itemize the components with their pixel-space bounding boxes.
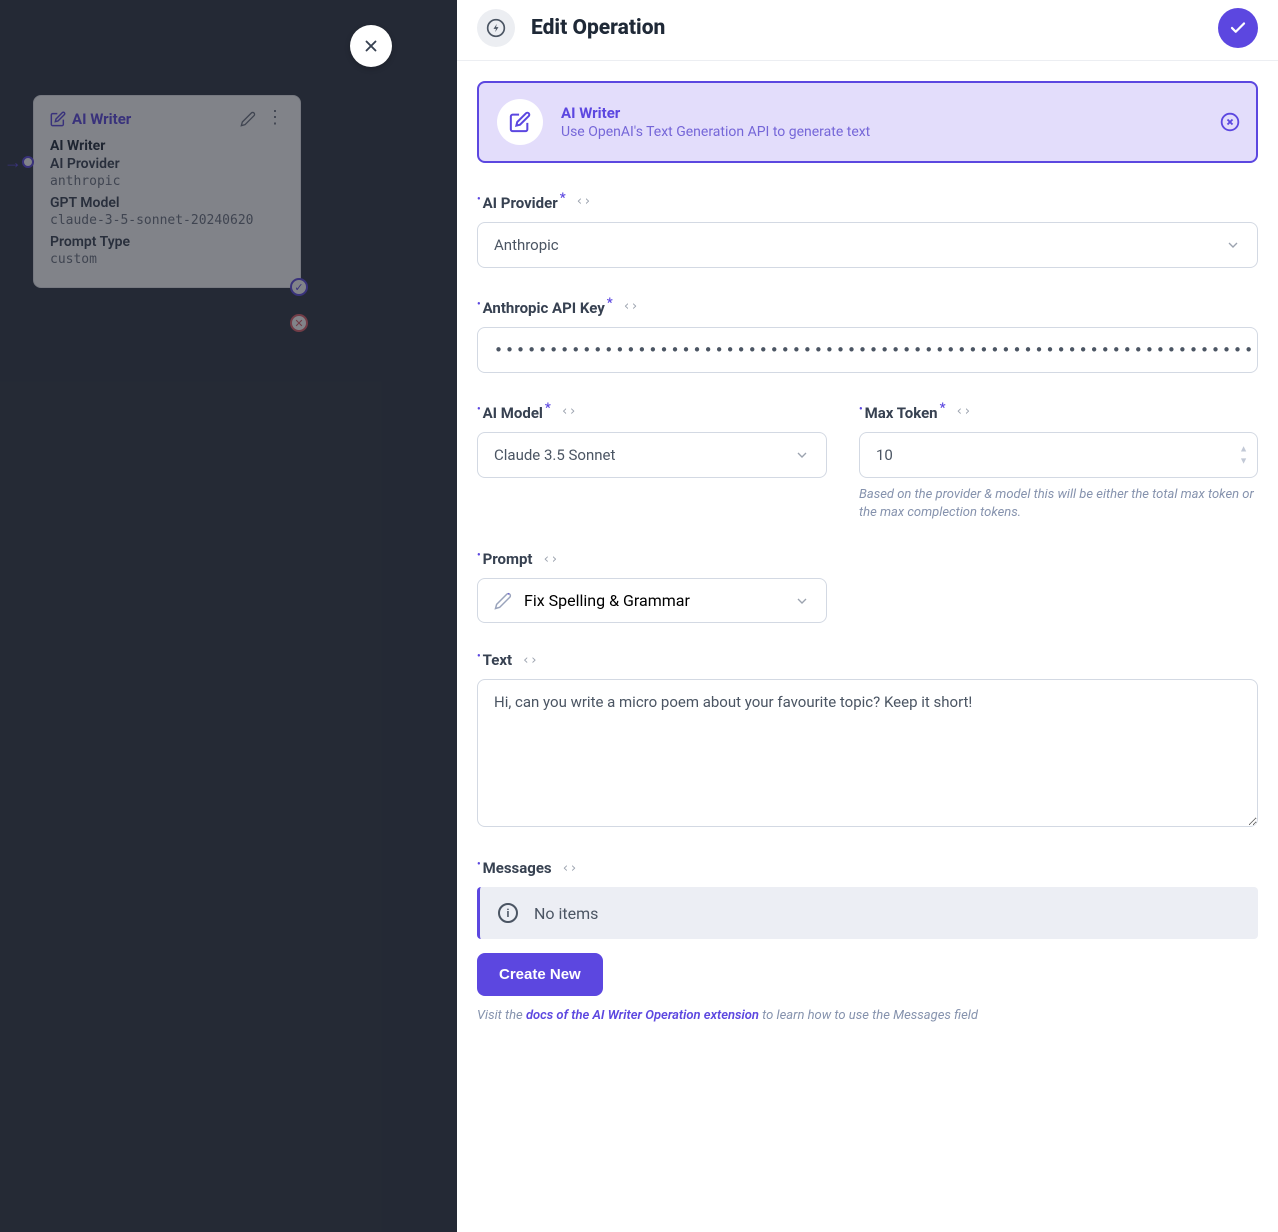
code-icon[interactable]: ‹› xyxy=(623,299,639,314)
no-items-text: No items xyxy=(534,904,598,923)
ai-provider-value: Anthropic xyxy=(494,236,559,254)
number-spinner[interactable]: ▲ ▼ xyxy=(1239,444,1248,467)
chevron-down-icon xyxy=(794,447,810,463)
dismiss-button[interactable] xyxy=(1220,112,1240,132)
ai-provider-label: •AI Provider* xyxy=(477,191,566,212)
code-icon[interactable]: ‹› xyxy=(543,552,559,567)
prompt-label: •Prompt xyxy=(477,550,533,568)
chevron-down-icon[interactable]: ▼ xyxy=(1239,456,1248,467)
ai-model-label: •AI Model* xyxy=(477,401,551,422)
drawer-title: Edit Operation xyxy=(531,16,665,40)
ai-model-value: Claude 3.5 Sonnet xyxy=(494,446,615,464)
close-button[interactable] xyxy=(350,25,392,67)
create-new-button[interactable]: Create New xyxy=(477,953,603,996)
no-items-banner: i No items xyxy=(477,887,1258,939)
code-icon[interactable]: ‹› xyxy=(522,653,538,668)
messages-label: •Messages xyxy=(477,859,552,877)
banner-desc: Use OpenAI's Text Generation API to gene… xyxy=(561,124,870,140)
code-icon[interactable]: ‹› xyxy=(956,404,972,419)
bolt-icon xyxy=(477,9,515,47)
prompt-select[interactable]: Fix Spelling & Grammar xyxy=(477,578,827,623)
check-icon xyxy=(1229,19,1247,37)
code-icon[interactable]: ‹› xyxy=(562,861,578,876)
max-token-label: •Max Token* xyxy=(859,401,946,422)
banner-title: AI Writer xyxy=(561,104,870,122)
text-label: •Text xyxy=(477,651,512,669)
api-key-label: •Anthropic API Key* xyxy=(477,296,613,317)
close-icon xyxy=(362,37,380,55)
edit-drawer: Edit Operation AI Writer Use OpenAI's Te… xyxy=(457,0,1278,1232)
prompt-value: Fix Spelling & Grammar xyxy=(524,591,690,610)
close-circle-icon xyxy=(1220,112,1240,132)
ai-model-select[interactable]: Claude 3.5 Sonnet xyxy=(477,432,827,478)
docs-link[interactable]: docs of the AI Writer Operation extensio… xyxy=(526,1008,759,1023)
code-icon[interactable]: ‹› xyxy=(576,194,592,209)
info-icon: i xyxy=(498,903,518,923)
text-input[interactable] xyxy=(477,679,1258,827)
api-key-input[interactable]: ••••••••••••••••••••••••••••••••••••••••… xyxy=(477,327,1258,373)
code-icon[interactable]: ‹› xyxy=(561,404,577,419)
max-token-help: Based on the provider & model this will … xyxy=(859,486,1258,522)
edit-icon xyxy=(497,99,543,145)
pencil-sparkle-icon xyxy=(494,592,512,610)
chevron-up-icon[interactable]: ▲ xyxy=(1239,444,1248,455)
info-banner: AI Writer Use OpenAI's Text Generation A… xyxy=(477,81,1258,163)
ai-provider-select[interactable]: Anthropic xyxy=(477,222,1258,268)
chevron-down-icon xyxy=(794,593,810,609)
chevron-down-icon xyxy=(1225,237,1241,253)
messages-help: Visit the docs of the AI Writer Operatio… xyxy=(477,1006,1258,1026)
confirm-button[interactable] xyxy=(1218,8,1258,48)
drawer-header: Edit Operation xyxy=(457,0,1278,61)
max-token-input[interactable]: 10 xyxy=(859,432,1258,478)
